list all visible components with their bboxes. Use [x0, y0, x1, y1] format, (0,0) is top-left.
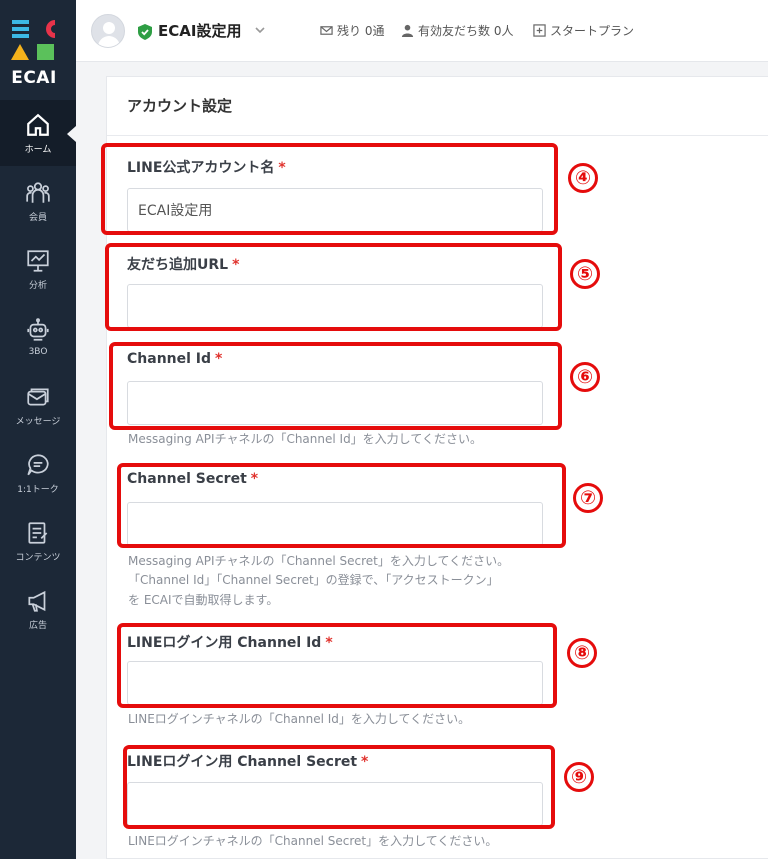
sidebar-item-label: ホーム [24, 144, 52, 155]
chevron-down-icon[interactable] [254, 24, 266, 36]
mail-icon [320, 26, 333, 35]
sidebar-item-label: メッセージ [15, 416, 61, 427]
plan: スタートプラン [533, 22, 634, 39]
sidebar-item-analytics[interactable]: 分析 [0, 236, 76, 302]
sidebar-item-label: 分析 [28, 280, 47, 291]
highlight-box-6 [109, 342, 562, 430]
chat-icon [27, 453, 49, 475]
annotation-number-4: ④ [568, 163, 598, 193]
friends-count: 有効友だち数 0人 [401, 22, 513, 39]
annotation-number-7: ⑦ [573, 483, 603, 513]
logo-mark-icon [11, 20, 55, 60]
annotation-number-5: ⑤ [570, 259, 600, 289]
highlight-box-7 [117, 463, 566, 548]
highlight-box-4 [101, 143, 558, 235]
sidebar-item-label: コンテンツ [15, 552, 61, 563]
channel-secret-help-2: 「Channel Id」「Channel Secret」の登録で、「アクセストー… [128, 573, 499, 587]
content-icon [28, 521, 48, 544]
account-selector[interactable]: ECAI設定用 [158, 20, 241, 41]
sidebar-item-ads[interactable]: 広告 [0, 576, 76, 642]
annotation-number-6: ⑥ [570, 362, 600, 392]
sidebar-item-label: 広告 [28, 620, 47, 631]
friends-text: 有効友だち数 0人 [418, 24, 514, 38]
top-bar: ECAI設定用 残り 0通 有効友だち数 0人 スタートプラン [76, 0, 768, 62]
channel-secret-help-3: を ECAIで自動取得します。 [128, 593, 279, 607]
user-icon [401, 24, 414, 37]
login-channel-secret-help: LINEログインチャネルの「Channel Secret」を入力してください。 [128, 834, 498, 848]
remaining-messages: 残り 0通 [320, 22, 384, 39]
panel-title: アカウント設定 [127, 97, 233, 115]
highlight-box-8 [117, 623, 557, 708]
sidebar-item-home[interactable]: ホーム [0, 100, 76, 166]
active-indicator [67, 126, 76, 142]
shield-icon [138, 24, 152, 40]
annotation-number-9: ⑨ [564, 762, 594, 792]
highlight-box-5 [105, 243, 562, 331]
sidebar-item-label: 3BO [28, 347, 48, 357]
remaining-text: 残り 0通 [337, 24, 385, 38]
sidebar-item-content[interactable]: コンテンツ [0, 508, 76, 574]
divider [107, 135, 768, 136]
ecai-logo[interactable]: ECAI [0, 0, 76, 100]
logo-text: ECAI [11, 68, 57, 88]
channel-secret-help-1: Messaging APIチャネルの「Channel Secret」を入力してく… [128, 554, 510, 568]
sidebar-item-label: 1:1トーク [17, 484, 59, 495]
megaphone-icon [28, 590, 46, 612]
highlight-box-9 [123, 745, 555, 829]
channel-id-help: Messaging APIチャネルの「Channel Id」を入力してください。 [128, 432, 482, 446]
login-channel-id-help: LINEログインチャネルの「Channel Id」を入力してください。 [128, 712, 471, 726]
home-icon [27, 113, 49, 136]
sidebar-item-members[interactable]: 会員 [0, 168, 76, 234]
sidebar-item-label: 会員 [28, 212, 47, 223]
analytics-icon [27, 249, 49, 272]
plan-icon [533, 24, 546, 37]
sidebar: ECAI ホーム 会員 分析 3BO メッセージ 1:1トーク コンテンツ 広告 [0, 0, 76, 859]
annotation-number-8: ⑧ [567, 638, 597, 668]
robot-icon [27, 318, 49, 341]
sidebar-item-message[interactable]: メッセージ [0, 372, 76, 438]
members-icon [26, 181, 50, 203]
sidebar-item-3bo[interactable]: 3BO [0, 304, 76, 370]
sidebar-item-chat[interactable]: 1:1トーク [0, 440, 76, 506]
message-icon [27, 388, 49, 405]
plan-text: スタートプラン [550, 24, 635, 38]
avatar[interactable] [91, 14, 125, 48]
